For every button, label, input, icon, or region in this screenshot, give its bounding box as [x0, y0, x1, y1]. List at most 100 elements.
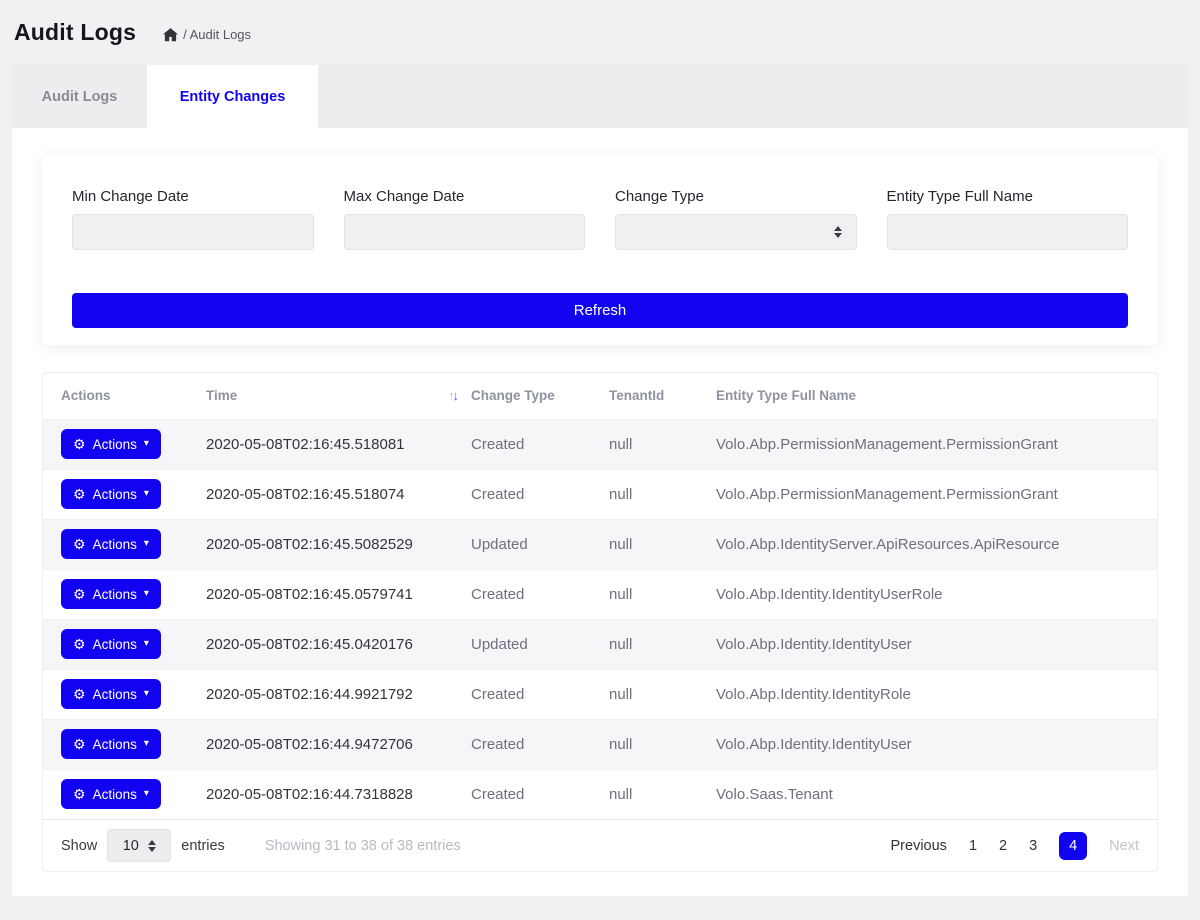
cell-entity-type: Volo.Abp.PermissionManagement.Permission…: [716, 419, 1157, 469]
cell-time: 2020-05-08T02:16:44.9921792: [206, 669, 471, 719]
tab-entity-changes[interactable]: Entity Changes: [147, 65, 318, 128]
pagination-page-2[interactable]: 2: [999, 838, 1007, 854]
row-actions-button[interactable]: ⚙Actions▾: [61, 679, 161, 709]
change-type-select[interactable]: [615, 214, 857, 250]
showing-entries-text: Showing 31 to 38 of 38 entries: [265, 838, 461, 854]
entity-changes-table-card: Actions Time ↑↓ Change Type TenantId Ent…: [42, 372, 1158, 872]
cell-entity-type: Volo.Abp.Identity.IdentityUser: [716, 719, 1157, 769]
home-icon[interactable]: [163, 28, 178, 42]
table-row: ⚙Actions▾ 2020-05-08T02:16:44.9472706 Cr…: [43, 719, 1157, 769]
entity-type-full-name-input[interactable]: [887, 214, 1129, 250]
table-row: ⚙Actions▾ 2020-05-08T02:16:45.518074 Cre…: [43, 469, 1157, 519]
sort-icon: ↑↓: [448, 388, 457, 403]
cell-change-type: Created: [471, 719, 609, 769]
column-header-change-type[interactable]: Change Type: [471, 373, 609, 419]
cell-time: 2020-05-08T02:16:45.518074: [206, 469, 471, 519]
cell-change-type: Created: [471, 469, 609, 519]
gear-icon: ⚙: [73, 787, 86, 801]
table-row: ⚙Actions▾ 2020-05-08T02:16:44.9921792 Cr…: [43, 669, 1157, 719]
cell-tenantid: null: [609, 569, 716, 619]
gear-icon: ⚙: [73, 587, 86, 601]
gear-icon: ⚙: [73, 687, 86, 701]
cell-entity-type: Volo.Abp.Identity.IdentityRole: [716, 669, 1157, 719]
table-header-row: Actions Time ↑↓ Change Type TenantId Ent…: [43, 373, 1157, 419]
cell-time: 2020-05-08T02:16:45.518081: [206, 419, 471, 469]
refresh-button[interactable]: Refresh: [72, 293, 1128, 328]
table-row: ⚙Actions▾ 2020-05-08T02:16:44.7318828 Cr…: [43, 769, 1157, 819]
row-actions-button[interactable]: ⚙Actions▾: [61, 579, 161, 609]
filter-change-type: Change Type: [615, 188, 857, 250]
pagination-page-3[interactable]: 3: [1029, 838, 1037, 854]
max-change-date-label: Max Change Date: [344, 188, 586, 205]
page-size-select[interactable]: 10: [107, 829, 171, 862]
cell-change-type: Created: [471, 419, 609, 469]
caret-down-icon: ▾: [144, 639, 149, 649]
cell-tenantid: null: [609, 469, 716, 519]
gear-icon: ⚙: [73, 537, 86, 551]
filter-min-change-date: Min Change Date: [72, 188, 314, 250]
row-actions-button[interactable]: ⚙Actions▾: [61, 629, 161, 659]
column-header-time[interactable]: Time ↑↓: [206, 373, 471, 419]
filter-card: Min Change Date Max Change Date Change T…: [42, 155, 1158, 345]
column-header-entity-type-full-name[interactable]: Entity Type Full Name: [716, 373, 1157, 419]
table-row: ⚙Actions▾ 2020-05-08T02:16:45.518081 Cre…: [43, 419, 1157, 469]
pagination: Previous 1 2 3 4 Next: [891, 832, 1139, 860]
cell-time: 2020-05-08T02:16:45.0579741: [206, 569, 471, 619]
row-actions-button[interactable]: ⚙Actions▾: [61, 779, 161, 809]
content-card: Min Change Date Max Change Date Change T…: [12, 128, 1188, 896]
gear-icon: ⚙: [73, 437, 86, 451]
row-actions-button[interactable]: ⚙Actions▾: [61, 429, 161, 459]
column-header-actions: Actions: [43, 373, 206, 419]
filter-entity-type-full-name: Entity Type Full Name: [887, 188, 1129, 250]
min-change-date-label: Min Change Date: [72, 188, 314, 205]
cell-time: 2020-05-08T02:16:44.9472706: [206, 719, 471, 769]
column-header-tenantid[interactable]: TenantId: [609, 373, 716, 419]
table-footer: Show 10 entries Showing 31 to 38 of 38 e…: [43, 819, 1157, 871]
entity-type-full-name-label: Entity Type Full Name: [887, 188, 1129, 205]
min-change-date-input[interactable]: [72, 214, 314, 250]
caret-down-icon: ▾: [144, 739, 149, 749]
caret-down-icon: ▾: [144, 489, 149, 499]
breadcrumb: / Audit Logs: [163, 27, 251, 42]
cell-time: 2020-05-08T02:16:45.5082529: [206, 519, 471, 569]
select-updown-icon: [148, 840, 156, 852]
breadcrumb-path: / Audit Logs: [183, 27, 251, 42]
caret-down-icon: ▾: [144, 789, 149, 799]
page-title: Audit Logs: [14, 19, 136, 46]
cell-change-type: Created: [471, 569, 609, 619]
row-actions-button[interactable]: ⚙Actions▾: [61, 479, 161, 509]
cell-tenantid: null: [609, 669, 716, 719]
tab-audit-logs[interactable]: Audit Logs: [12, 65, 147, 128]
max-change-date-input[interactable]: [344, 214, 586, 250]
entries-label: entries: [181, 838, 225, 854]
cell-entity-type: Volo.Abp.Identity.IdentityUser: [716, 619, 1157, 669]
cell-tenantid: null: [609, 419, 716, 469]
pagination-page-1[interactable]: 1: [969, 838, 977, 854]
tab-strip: Audit Logs Entity Changes: [12, 65, 1188, 128]
row-actions-button[interactable]: ⚙Actions▾: [61, 729, 161, 759]
cell-entity-type: Volo.Abp.Identity.IdentityUserRole: [716, 569, 1157, 619]
table-row: ⚙Actions▾ 2020-05-08T02:16:45.0579741 Cr…: [43, 569, 1157, 619]
select-updown-icon: [834, 226, 842, 238]
gear-icon: ⚙: [73, 487, 86, 501]
gear-icon: ⚙: [73, 737, 86, 751]
gear-icon: ⚙: [73, 637, 86, 651]
cell-change-type: Updated: [471, 519, 609, 569]
table-row: ⚙Actions▾ 2020-05-08T02:16:45.5082529 Up…: [43, 519, 1157, 569]
cell-time: 2020-05-08T02:16:45.0420176: [206, 619, 471, 669]
cell-entity-type: Volo.Abp.PermissionManagement.Permission…: [716, 469, 1157, 519]
row-actions-button[interactable]: ⚙Actions▾: [61, 529, 161, 559]
pagination-next: Next: [1109, 838, 1139, 854]
cell-tenantid: null: [609, 619, 716, 669]
pagination-page-4-active[interactable]: 4: [1059, 832, 1087, 860]
caret-down-icon: ▾: [144, 439, 149, 449]
pagination-previous[interactable]: Previous: [891, 838, 947, 854]
caret-down-icon: ▾: [144, 589, 149, 599]
table-row: ⚙Actions▾ 2020-05-08T02:16:45.0420176 Up…: [43, 619, 1157, 669]
cell-change-type: Updated: [471, 619, 609, 669]
cell-entity-type: Volo.Abp.IdentityServer.ApiResources.Api…: [716, 519, 1157, 569]
cell-tenantid: null: [609, 769, 716, 819]
change-type-label: Change Type: [615, 188, 857, 205]
entity-changes-table: Actions Time ↑↓ Change Type TenantId Ent…: [43, 373, 1157, 819]
cell-tenantid: null: [609, 719, 716, 769]
